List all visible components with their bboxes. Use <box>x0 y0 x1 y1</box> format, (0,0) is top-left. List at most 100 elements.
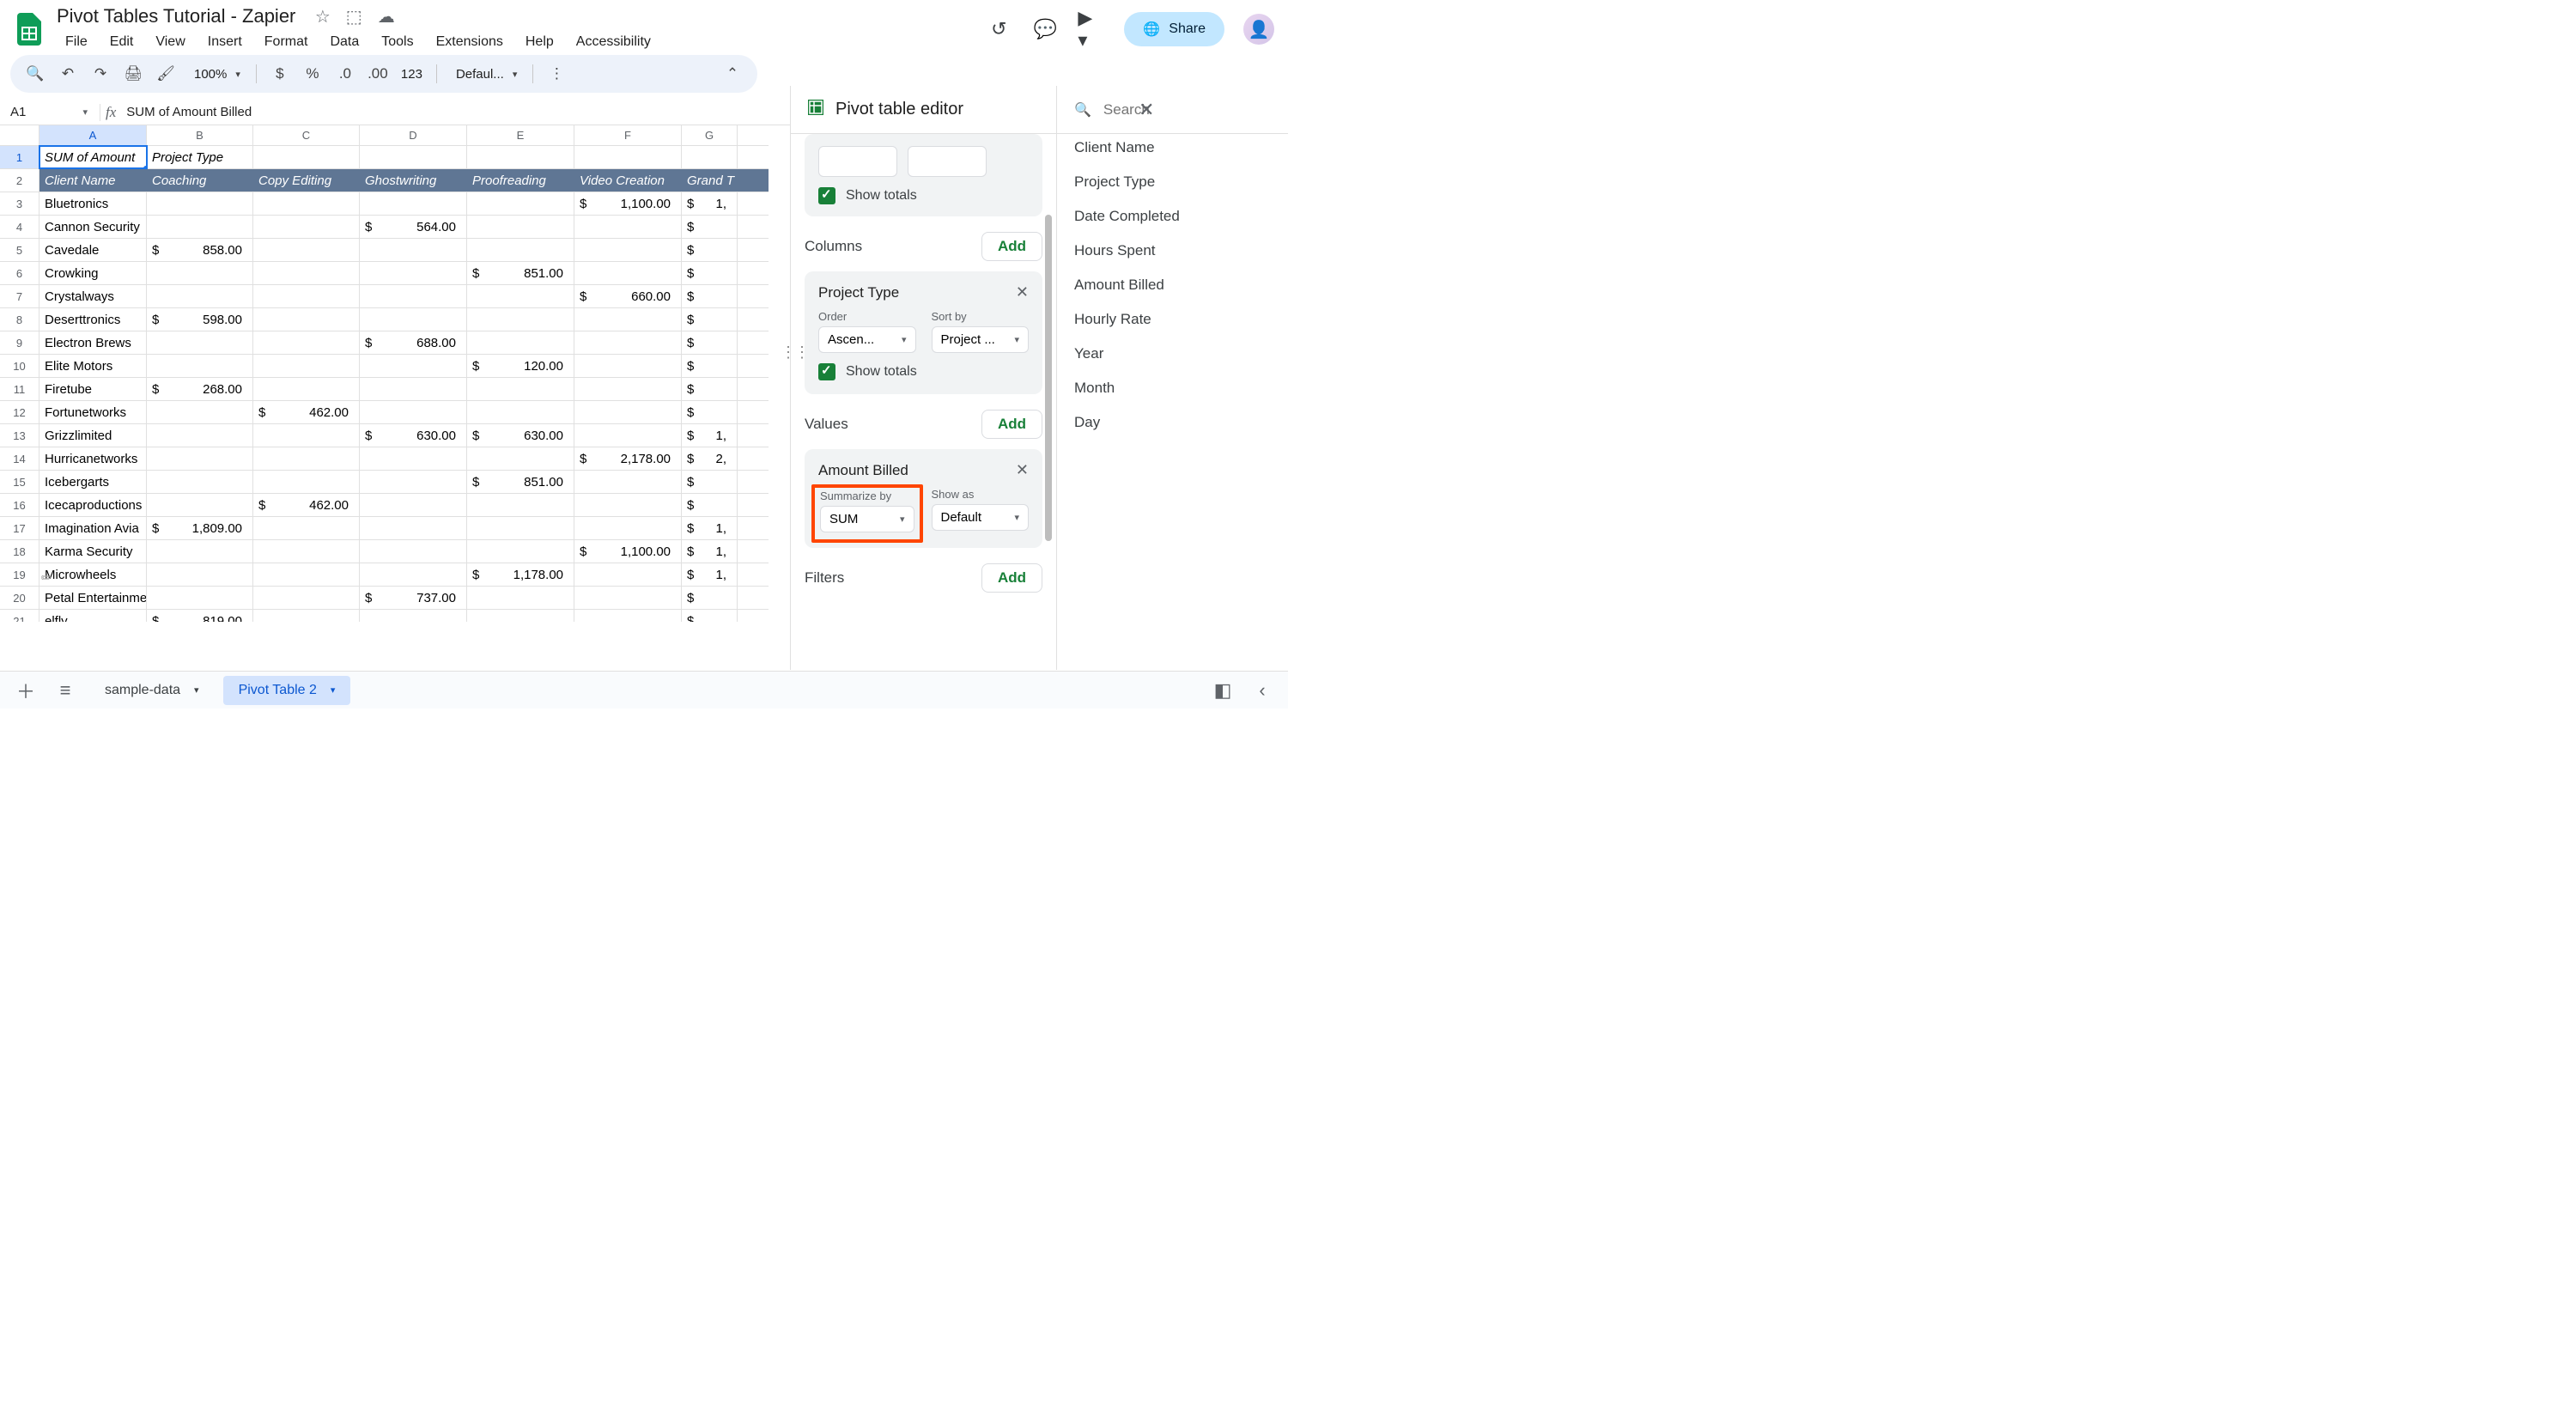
field-client-name[interactable]: Client Name <box>1071 131 1274 165</box>
share-button[interactable]: 🌐 Share <box>1124 12 1224 46</box>
col-header-d[interactable]: D <box>360 125 467 145</box>
cell-clientname[interactable]: Crowking <box>39 262 147 284</box>
add-sheet-icon[interactable]: ＋ <box>10 675 41 706</box>
add-columns-button[interactable]: Add <box>981 232 1042 261</box>
row-header-9[interactable]: 9 <box>0 331 39 354</box>
menu-view[interactable]: View <box>147 31 193 53</box>
cell-clientname[interactable]: Karma Security <box>39 540 147 563</box>
col-header-e[interactable]: E <box>467 125 574 145</box>
field-project-type[interactable]: Project Type <box>1071 165 1274 199</box>
row-header-15[interactable]: 15 <box>0 471 39 493</box>
row-header-14[interactable]: 14 <box>0 447 39 470</box>
number-format-button[interactable]: 123 <box>398 67 426 82</box>
tab-pivot-table-2[interactable]: Pivot Table 2 <box>223 676 351 705</box>
zoom-dropdown[interactable]: 100% <box>185 67 246 82</box>
rows-sortby-select[interactable] <box>908 146 987 177</box>
cell-b1[interactable]: Project Type <box>147 146 253 168</box>
row-header-21[interactable]: 21 <box>0 610 39 622</box>
cloud-status-icon[interactable]: ☁ <box>378 6 395 27</box>
row-header-16[interactable]: 16 <box>0 494 39 516</box>
cell-clientname[interactable]: Fortunetworks <box>39 401 147 423</box>
menu-insert[interactable]: Insert <box>199 31 251 53</box>
cell-clientname[interactable]: Cannon Security <box>39 216 147 238</box>
cell-clientname[interactable]: Firetube <box>39 378 147 400</box>
row-header-6[interactable]: 6 <box>0 262 39 284</box>
move-icon[interactable]: ⬚ <box>346 6 362 27</box>
col-header-g[interactable]: G <box>682 125 738 145</box>
cell-a1[interactable]: SUM of Amount <box>39 146 147 168</box>
editor-scrollbar[interactable] <box>1045 155 1052 636</box>
columns-show-totals-checkbox[interactable] <box>818 363 835 380</box>
field-month[interactable]: Month <box>1071 371 1274 405</box>
increase-decimal-icon[interactable]: .00 <box>365 61 391 87</box>
remove-values-chip-icon[interactable]: ✕ <box>1016 461 1029 479</box>
collapse-toolbar-icon[interactable]: ⌃ <box>720 61 745 87</box>
showas-select[interactable]: Default <box>932 504 1030 531</box>
close-editor-icon[interactable]: ✕ <box>1139 99 1154 121</box>
order-select[interactable]: Ascen... <box>818 326 916 353</box>
row-header-10[interactable]: 10 <box>0 355 39 377</box>
more-toolbar-icon[interactable]: ⋮ <box>544 61 569 87</box>
user-avatar[interactable]: 👤 <box>1243 14 1274 45</box>
menu-file[interactable]: File <box>57 31 96 53</box>
field-hours-spent[interactable]: Hours Spent <box>1071 234 1274 268</box>
cell-clientname[interactable]: Elite Motors <box>39 355 147 377</box>
row-header-5[interactable]: 5 <box>0 239 39 261</box>
percent-icon[interactable]: % <box>300 61 325 87</box>
rows-show-totals-checkbox[interactable] <box>818 187 835 204</box>
redo-icon[interactable]: ↷ <box>88 61 113 87</box>
row-header-1[interactable]: 1 <box>0 146 39 168</box>
col-header-f[interactable]: F <box>574 125 682 145</box>
search-menus-icon[interactable]: 🔍 <box>22 61 48 87</box>
sheets-logo[interactable] <box>14 9 45 50</box>
document-title[interactable]: Pivot Tables Tutorial - Zapier <box>57 5 295 27</box>
col-header-a[interactable]: A <box>39 125 147 145</box>
rows-order-select[interactable] <box>818 146 897 177</box>
field-date-completed[interactable]: Date Completed <box>1071 199 1274 234</box>
cell-clientname[interactable]: Hurricanetworks <box>39 447 147 470</box>
row-header-12[interactable]: 12 <box>0 401 39 423</box>
add-filters-button[interactable]: Add <box>981 563 1042 593</box>
paint-format-icon[interactable]: 🖌 <box>153 61 179 87</box>
cell-clientname[interactable]: Crystalways <box>39 285 147 307</box>
row-header-8[interactable]: 8 <box>0 308 39 331</box>
sortby-select[interactable]: Project ... <box>932 326 1030 353</box>
menu-tools[interactable]: Tools <box>373 31 422 53</box>
menu-format[interactable]: Format <box>256 31 317 53</box>
cell-clientname[interactable]: Petal Entertainment <box>39 587 147 609</box>
explore-icon[interactable]: ◧ <box>1207 675 1238 706</box>
field-amount-billed[interactable]: Amount Billed <box>1071 268 1274 302</box>
cell-clientname[interactable]: Icebergarts <box>39 471 147 493</box>
menu-data[interactable]: Data <box>321 31 368 53</box>
decrease-decimal-icon[interactable]: .0 <box>332 61 358 87</box>
select-all-corner[interactable] <box>0 125 39 145</box>
comments-icon[interactable]: 💬 <box>1031 15 1059 43</box>
cell-clientname[interactable]: Bluetronics <box>39 192 147 215</box>
name-box[interactable]: A1 <box>3 103 94 121</box>
menu-extensions[interactable]: Extensions <box>428 31 512 53</box>
menu-edit[interactable]: Edit <box>101 31 143 53</box>
summarize-select[interactable]: SUM <box>820 506 914 532</box>
row-header-17[interactable]: 17 <box>0 517 39 539</box>
menu-help[interactable]: Help <box>517 31 562 53</box>
row-header-3[interactable]: 3 <box>0 192 39 215</box>
cell-clientname[interactable]: Deserttronics <box>39 308 147 331</box>
remove-columns-chip-icon[interactable]: ✕ <box>1016 283 1029 301</box>
row-header-19[interactable]: 19 <box>0 563 39 586</box>
add-values-button[interactable]: Add <box>981 410 1042 439</box>
undo-icon[interactable]: ↶ <box>55 61 81 87</box>
row-header-18[interactable]: 18 <box>0 540 39 563</box>
field-hourly-rate[interactable]: Hourly Rate <box>1071 302 1274 337</box>
row-header-7[interactable]: 7 <box>0 285 39 307</box>
panel-drag-handle[interactable]: ⋮⋮ <box>781 344 808 362</box>
row-header-20[interactable]: 20 <box>0 587 39 609</box>
meet-icon[interactable]: ▶ ▾ <box>1078 15 1105 43</box>
cell-clientname[interactable]: elfly <box>39 610 147 622</box>
col-header-c[interactable]: C <box>253 125 360 145</box>
currency-icon[interactable]: $ <box>267 61 293 87</box>
field-day[interactable]: Day <box>1071 405 1274 440</box>
all-sheets-icon[interactable]: ≡ <box>50 675 81 706</box>
cell-clientname[interactable]: Electron Brews <box>39 331 147 354</box>
star-icon[interactable]: ☆ <box>315 6 331 27</box>
row-header-2[interactable]: 2 <box>0 169 39 192</box>
